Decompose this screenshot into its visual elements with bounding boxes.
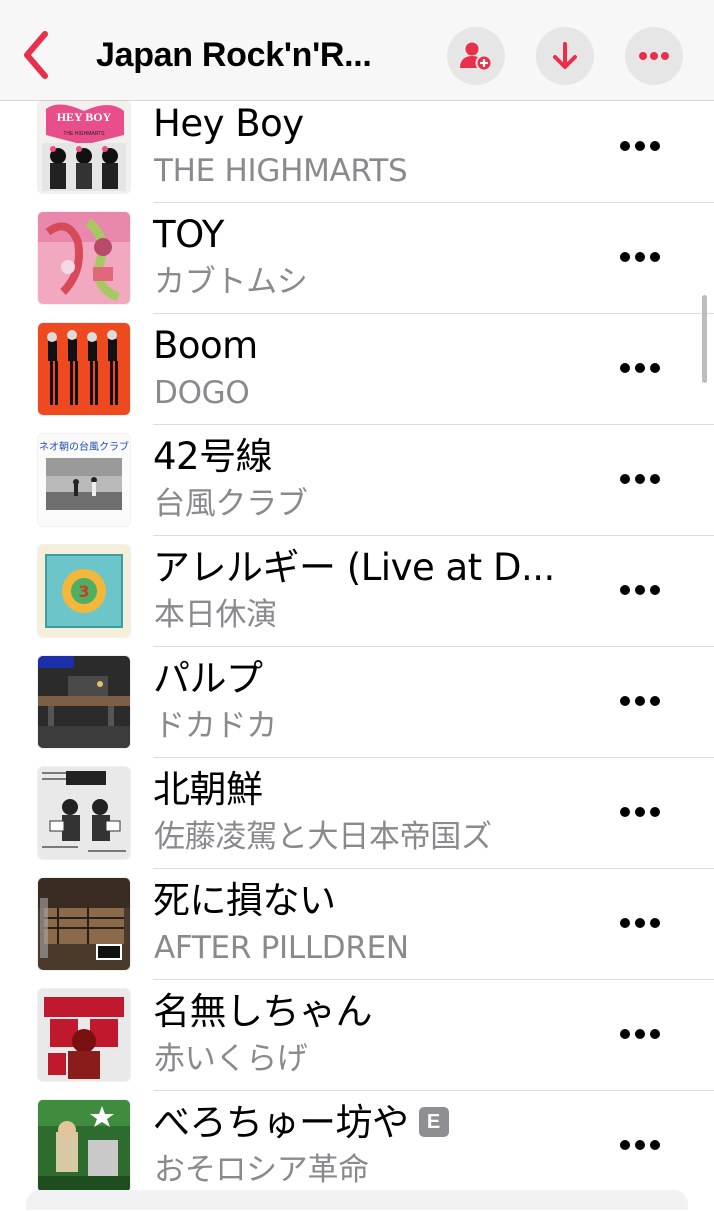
song-title: TOY	[153, 212, 583, 258]
row-separator	[153, 313, 714, 314]
song-row[interactable]: 3 アレルギー (Live at D... 本日休演	[0, 545, 714, 656]
more-icon	[620, 696, 660, 706]
more-icon	[620, 1140, 660, 1150]
song-artist: カブトムシ	[154, 264, 308, 300]
song-more-button[interactable]	[612, 1125, 668, 1165]
song-more-button[interactable]	[612, 903, 668, 943]
album-artwork	[38, 1100, 130, 1192]
row-separator	[153, 1090, 714, 1091]
artwork-subtext: THE HIGHMARTS	[63, 131, 105, 137]
song-title: Boom	[153, 323, 583, 369]
song-title: アレルギー (Live at D...	[153, 545, 583, 591]
more-icon	[620, 252, 660, 262]
song-title-text: TOY	[153, 213, 224, 256]
song-title: Hey Boy	[153, 101, 583, 147]
artwork-text: ネオ朝の台風クラブ	[39, 440, 129, 453]
song-title-text: 名無しちゃん	[153, 990, 373, 1033]
mini-player-edge	[26, 1190, 688, 1210]
more-icon	[639, 52, 669, 60]
song-title-text: 北朝鮮	[153, 768, 263, 811]
song-row[interactable]: 死に損ない AFTER PILLDREN	[0, 878, 714, 989]
song-artist: おそロシア革命	[154, 1152, 369, 1188]
song-more-button[interactable]	[612, 792, 668, 832]
download-button[interactable]	[536, 27, 594, 85]
song-title: 北朝鮮	[153, 767, 583, 813]
row-separator	[153, 979, 714, 980]
more-icon	[620, 1029, 660, 1039]
song-more-button[interactable]	[612, 348, 668, 388]
row-separator	[153, 646, 714, 647]
song-row[interactable]: Boom DOGO	[0, 323, 714, 434]
album-artwork: HEY BOY THE HIGHMARTS	[38, 101, 130, 193]
row-separator	[153, 757, 714, 758]
row-separator	[153, 202, 714, 203]
song-more-button[interactable]	[612, 237, 668, 277]
song-title: べろちゅー坊や E	[153, 1100, 583, 1146]
explicit-badge: E	[418, 1106, 449, 1137]
song-artist: AFTER PILLDREN	[154, 930, 409, 966]
song-artist: 台風クラブ	[154, 486, 308, 522]
song-title-text: 死に損ない	[153, 879, 336, 922]
song-title-text: パルプ	[153, 657, 263, 700]
song-title-text: 42号線	[153, 435, 273, 478]
song-more-button[interactable]	[612, 570, 668, 610]
playlist-title: Japan Rock'n'R...	[96, 36, 372, 74]
song-row[interactable]: 名無しちゃん赤いくらげ	[0, 989, 714, 1100]
album-artwork: 3	[38, 545, 130, 637]
more-icon	[620, 585, 660, 595]
song-more-button[interactable]	[612, 459, 668, 499]
song-artist: 佐藤凌駕と大日本帝国ズ	[154, 819, 492, 855]
song-title-text: べろちゅー坊や	[153, 1101, 409, 1144]
album-artwork	[38, 323, 130, 415]
nav-header: Japan Rock'n'R...	[0, 0, 714, 101]
album-artwork	[38, 878, 130, 970]
artwork-text: HEY BOY	[57, 110, 112, 124]
song-row[interactable]: パルプ ドカドカ	[0, 656, 714, 767]
song-artist: DOGO	[154, 375, 250, 411]
svg-text:3: 3	[78, 582, 89, 601]
song-more-button[interactable]	[612, 681, 668, 721]
song-artist: THE HIGHMARTS	[154, 153, 408, 189]
row-separator	[153, 424, 714, 425]
song-title: 名無しちゃん	[153, 989, 583, 1035]
scroll-indicator[interactable]	[702, 295, 707, 383]
song-title: 死に損ない	[153, 878, 583, 924]
row-separator	[153, 535, 714, 536]
song-row[interactable]: HEY BOY THE HIGHMARTS Hey Boy THE HIGHMAR…	[0, 101, 714, 212]
song-title: 42号線	[153, 434, 583, 480]
song-artist: 本日休演	[154, 597, 277, 633]
more-icon	[620, 918, 660, 928]
song-more-button[interactable]	[612, 1014, 668, 1054]
song-title: パルプ	[153, 656, 583, 702]
song-row[interactable]: TOY カブトムシ	[0, 212, 714, 323]
more-icon	[620, 474, 660, 484]
download-icon	[553, 42, 577, 69]
more-options-button[interactable]	[625, 27, 683, 85]
album-artwork: ネオ朝の台風クラブ	[38, 434, 130, 526]
back-button[interactable]	[14, 26, 58, 84]
song-row[interactable]: ネオ朝の台風クラブ 42号線台風クラブ	[0, 434, 714, 545]
song-title-text: Boom	[153, 324, 258, 367]
album-artwork	[38, 656, 130, 748]
album-artwork	[38, 989, 130, 1081]
row-separator	[153, 868, 714, 869]
song-title-text: Hey Boy	[153, 102, 304, 145]
album-artwork	[38, 212, 130, 304]
more-icon	[620, 141, 660, 151]
song-artist: 赤いくらげ	[154, 1041, 308, 1077]
chevron-left-icon	[24, 31, 48, 79]
add-friend-icon	[460, 42, 493, 71]
song-artist: ドカドカ	[154, 708, 277, 744]
add-friend-button[interactable]	[447, 27, 505, 85]
song-more-button[interactable]	[612, 126, 668, 166]
album-artwork	[38, 767, 130, 859]
more-icon	[620, 807, 660, 817]
song-title-text: アレルギー (Live at D...	[153, 546, 555, 589]
song-row[interactable]: 北朝鮮佐藤凌駕と大日本帝国ズ	[0, 767, 714, 878]
more-icon	[620, 363, 660, 373]
